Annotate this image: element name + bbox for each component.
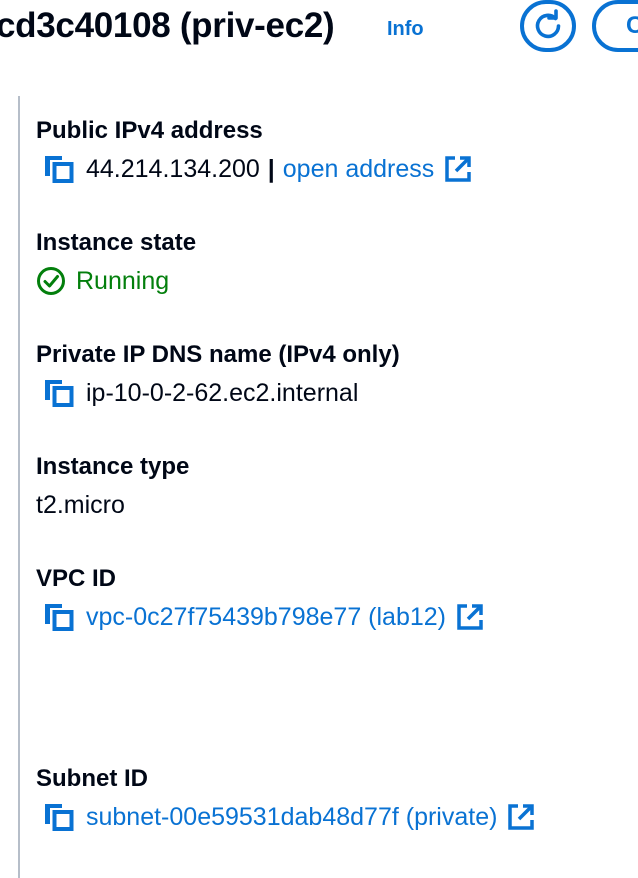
refresh-button[interactable] [520, 0, 576, 52]
public-ipv4-value: 44.214.134.200 [86, 155, 260, 183]
external-link-icon[interactable] [456, 603, 484, 631]
external-link-icon[interactable] [444, 155, 472, 183]
external-link-icon[interactable] [507, 803, 535, 831]
copy-icon[interactable] [42, 378, 76, 408]
private-dns-value-row: ip-10-0-2-62.ec2.internal [36, 378, 400, 408]
instance-type-value-row: t2.micro [36, 490, 189, 520]
subnet-id-value-row: subnet-00e59531dab48d77f (private) [36, 802, 535, 832]
copy-icon[interactable] [42, 802, 76, 832]
check-circle-icon [37, 267, 65, 295]
vpc-id-value-row: vpc-0c27f75439b798e77 (lab12) [36, 602, 484, 632]
header-action-button-label: C [626, 12, 638, 39]
detail-instance-type: Instance type t2.micro [36, 452, 189, 520]
page-header: cd3c40108 (priv-ec2) Info C [0, 0, 638, 60]
public-ipv4-label: Public IPv4 address [36, 117, 263, 144]
instance-state-value: Running [76, 267, 170, 295]
detail-vpc-id: VPC ID vpc-0c27f75439b798e77 (lab12) [36, 564, 484, 632]
instance-details-page: cd3c40108 (priv-ec2) Info C Public IPv4 … [0, 0, 638, 878]
header-action-button[interactable]: C [592, 0, 638, 52]
private-dns-label: Private IP DNS name (IPv4 only) [36, 341, 400, 368]
public-ipv4-separator: | [267, 155, 275, 183]
subnet-id-label: Subnet ID [36, 765, 148, 792]
instance-state-value-row: Running [36, 266, 196, 296]
copy-icon[interactable] [42, 154, 76, 184]
instance-type-label: Instance type [36, 453, 190, 480]
detail-private-dns: Private IP DNS name (IPv4 only) ip-10-0-… [36, 340, 400, 408]
public-ipv4-value-row: 44.214.134.200 | open address [36, 154, 472, 184]
detail-subnet-id: Subnet ID subnet-00e59531dab48d77f (priv… [36, 764, 535, 832]
private-dns-value: ip-10-0-2-62.ec2.internal [86, 379, 359, 407]
open-address-link[interactable]: open address [283, 154, 435, 184]
refresh-icon [535, 9, 561, 39]
page-title: cd3c40108 (priv-ec2) [0, 6, 335, 45]
subnet-id-link[interactable]: subnet-00e59531dab48d77f (private) [86, 802, 497, 832]
detail-instance-state: Instance state Running [36, 228, 196, 296]
copy-icon[interactable] [42, 602, 76, 632]
vpc-id-label: VPC ID [36, 565, 117, 592]
instance-type-value: t2.micro [36, 491, 125, 519]
instance-state-label: Instance state [36, 229, 197, 256]
vpc-id-link[interactable]: vpc-0c27f75439b798e77 (lab12) [86, 602, 446, 632]
info-link[interactable]: Info [387, 18, 424, 41]
column-divider [18, 96, 20, 878]
detail-public-ipv4: Public IPv4 address 44.214.134.200 | ope… [36, 116, 472, 184]
